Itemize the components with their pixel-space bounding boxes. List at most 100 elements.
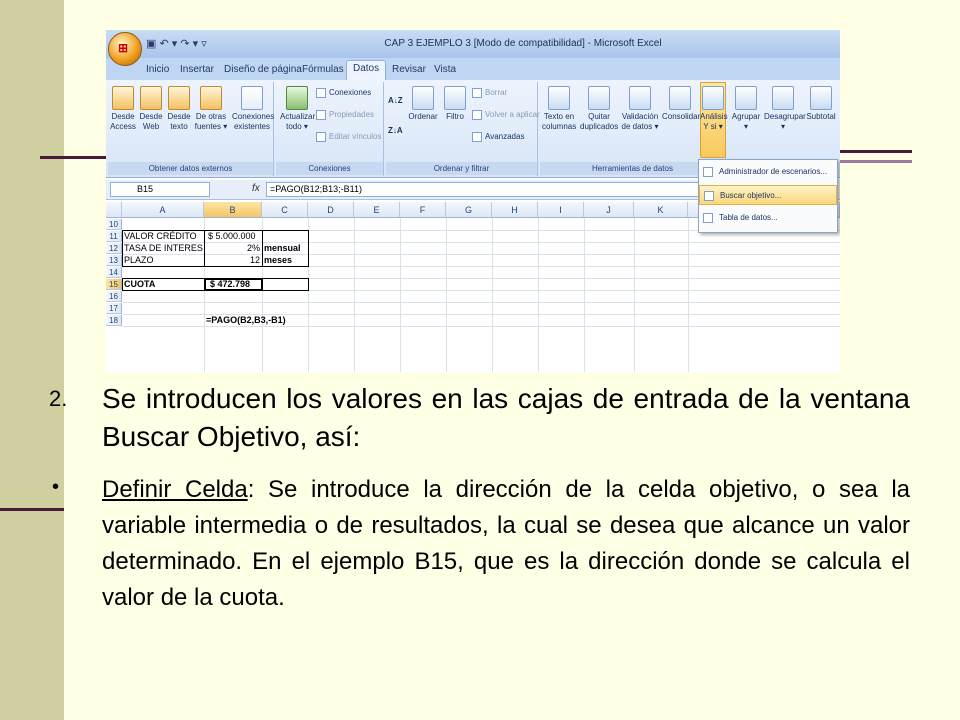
filter-button[interactable]: Filtro bbox=[442, 86, 468, 122]
cell-a15[interactable]: CUOTA bbox=[124, 279, 155, 290]
step-text: Se introducen los valores en las cajas d… bbox=[102, 383, 910, 452]
row-header[interactable]: 16 bbox=[106, 291, 122, 302]
cell-a12[interactable]: TASA DE INTERES bbox=[124, 243, 203, 254]
step-number: 2. bbox=[49, 386, 68, 411]
from-access-button[interactable]: Desde Access bbox=[110, 86, 136, 132]
goal-seek-menu-item[interactable]: Buscar objetivo... bbox=[699, 185, 837, 205]
remove-duplicates-icon bbox=[588, 86, 610, 110]
cell-c13[interactable]: meses bbox=[264, 255, 292, 266]
row-header[interactable]: 13 bbox=[106, 255, 122, 266]
group-button[interactable]: Agrupar ▾ bbox=[730, 86, 762, 132]
from-web-button[interactable]: Desde Web bbox=[138, 86, 164, 132]
column-header[interactable]: D bbox=[308, 202, 354, 218]
gridline bbox=[492, 218, 493, 372]
cell-b13[interactable]: 12 bbox=[204, 255, 260, 266]
clear-button[interactable]: Borrar bbox=[472, 88, 507, 98]
column-header[interactable]: E bbox=[354, 202, 400, 218]
gridline bbox=[446, 218, 447, 372]
cell-b17-note[interactable]: =PAGO(B2,B3,-B1) bbox=[206, 315, 286, 326]
bullet-paragraph: Definir Celda: Se introduce la dirección… bbox=[102, 472, 910, 616]
gridline bbox=[122, 302, 840, 303]
sort-za-button[interactable]: Z↓A bbox=[388, 126, 403, 135]
column-header[interactable]: J bbox=[584, 202, 634, 218]
select-all-corner[interactable] bbox=[106, 202, 122, 218]
column-header[interactable]: I bbox=[538, 202, 584, 218]
office-button[interactable]: ⊞ bbox=[108, 32, 142, 66]
cell-b12[interactable]: 2% bbox=[204, 243, 260, 254]
tab-revisar[interactable]: Revisar bbox=[386, 62, 432, 80]
text-to-columns-button[interactable]: Texto en columnas bbox=[542, 86, 576, 132]
tab-inicio[interactable]: Inicio bbox=[140, 62, 175, 80]
edit-links-button[interactable]: Editar vínculos bbox=[316, 132, 381, 142]
from-text-button[interactable]: Desde texto bbox=[166, 86, 192, 132]
sort-button[interactable]: Ordenar bbox=[406, 86, 440, 122]
what-if-analysis-button[interactable]: Análisis Y si ▾ bbox=[700, 86, 728, 132]
row-header[interactable]: 15 bbox=[106, 279, 122, 290]
group-label: Ordenar y filtrar bbox=[386, 162, 537, 175]
properties-button[interactable]: Propiedades bbox=[316, 110, 374, 120]
left-decoration-band bbox=[0, 0, 64, 720]
column-header[interactable]: A bbox=[122, 202, 204, 218]
row-header[interactable]: 11 bbox=[106, 231, 122, 242]
column-header[interactable]: B bbox=[204, 202, 262, 218]
sort-az-button[interactable]: A↓Z bbox=[388, 96, 403, 105]
scenario-icon bbox=[703, 167, 713, 177]
what-if-icon bbox=[702, 86, 724, 110]
ungroup-button[interactable]: Desagrupar ▾ bbox=[764, 86, 806, 132]
column-header[interactable]: K bbox=[634, 202, 688, 218]
consolidate-button[interactable]: Consolidar bbox=[662, 86, 700, 122]
cell-b15[interactable]: $ 472.798 bbox=[210, 279, 250, 290]
column-header[interactable]: C bbox=[262, 202, 308, 218]
other-sources-button[interactable]: De otras fuentes ▾ bbox=[194, 86, 228, 132]
ungroup-icon bbox=[772, 86, 794, 110]
sort-icon bbox=[412, 86, 434, 110]
row-header[interactable]: 18 bbox=[106, 315, 122, 326]
data-table-menu-item[interactable]: Tabla de datos... bbox=[699, 208, 837, 228]
decorative-line bbox=[40, 156, 110, 159]
refresh-icon bbox=[286, 86, 308, 110]
refresh-all-button[interactable]: Actualizar todo ▾ bbox=[280, 86, 315, 132]
function-icon[interactable]: fx bbox=[252, 183, 260, 194]
office-logo-icon: ⊞ bbox=[118, 41, 129, 55]
tab-datos[interactable]: Datos bbox=[346, 60, 387, 80]
cell-c12[interactable]: mensual bbox=[264, 243, 301, 254]
column-header[interactable]: F bbox=[400, 202, 446, 218]
advanced-filter-icon bbox=[472, 132, 482, 142]
tab-insertar[interactable]: Insertar bbox=[174, 62, 220, 80]
scenario-manager-menu-item[interactable]: Administrador de escenarios... bbox=[699, 162, 837, 182]
connections-small-icon bbox=[316, 88, 326, 98]
column-header[interactable]: H bbox=[492, 202, 538, 218]
column-header[interactable]: G bbox=[446, 202, 492, 218]
tab-formulas[interactable]: Fórmulas bbox=[296, 62, 350, 80]
subtotal-button[interactable]: Subtotal bbox=[804, 86, 838, 122]
gridline bbox=[634, 218, 635, 372]
clear-icon bbox=[472, 88, 482, 98]
advanced-button[interactable]: Avanzadas bbox=[472, 132, 524, 142]
data-validation-button[interactable]: Validación de datos ▾ bbox=[620, 86, 660, 132]
row-header[interactable]: 10 bbox=[106, 219, 122, 230]
gridline bbox=[354, 218, 355, 372]
group-sort-filter: A↓Z Z↓A Ordenar Filtro Borrar Volver a a… bbox=[386, 82, 540, 176]
name-box[interactable]: B15 bbox=[110, 182, 210, 197]
gridline bbox=[122, 326, 840, 327]
reapply-button[interactable]: Volver a aplicar bbox=[472, 110, 540, 120]
row-header[interactable]: 12 bbox=[106, 243, 122, 254]
remove-duplicates-button[interactable]: Quitar duplicados bbox=[580, 86, 618, 132]
access-icon bbox=[112, 86, 134, 110]
title-bar: ▣ ↶ ▾ ↷ ▾ ▿ CAP 3 EJEMPLO 3 [Modo de com… bbox=[106, 30, 840, 58]
connections-button[interactable]: Conexiones bbox=[316, 88, 371, 98]
existing-connections-button[interactable]: Conexiones existentes bbox=[232, 86, 274, 132]
data-table-icon bbox=[703, 213, 713, 223]
tab-vista[interactable]: Vista bbox=[428, 62, 462, 80]
bullet-marker: • bbox=[52, 476, 60, 498]
links-icon bbox=[316, 132, 326, 142]
other-sources-icon bbox=[200, 86, 222, 110]
cell-a11[interactable]: VALOR CRÉDITO bbox=[124, 231, 197, 242]
cell-b11[interactable]: $ 5.000.000 bbox=[208, 231, 256, 242]
tab-diseno-pagina[interactable]: Diseño de página bbox=[218, 62, 308, 80]
group-label: Obtener datos externos bbox=[108, 162, 273, 175]
cell-a13[interactable]: PLAZO bbox=[124, 255, 154, 266]
group-external-data: Desde Access Desde Web Desde texto De ot… bbox=[108, 82, 274, 176]
row-header[interactable]: 14 bbox=[106, 267, 122, 278]
row-header[interactable]: 17 bbox=[106, 303, 122, 314]
